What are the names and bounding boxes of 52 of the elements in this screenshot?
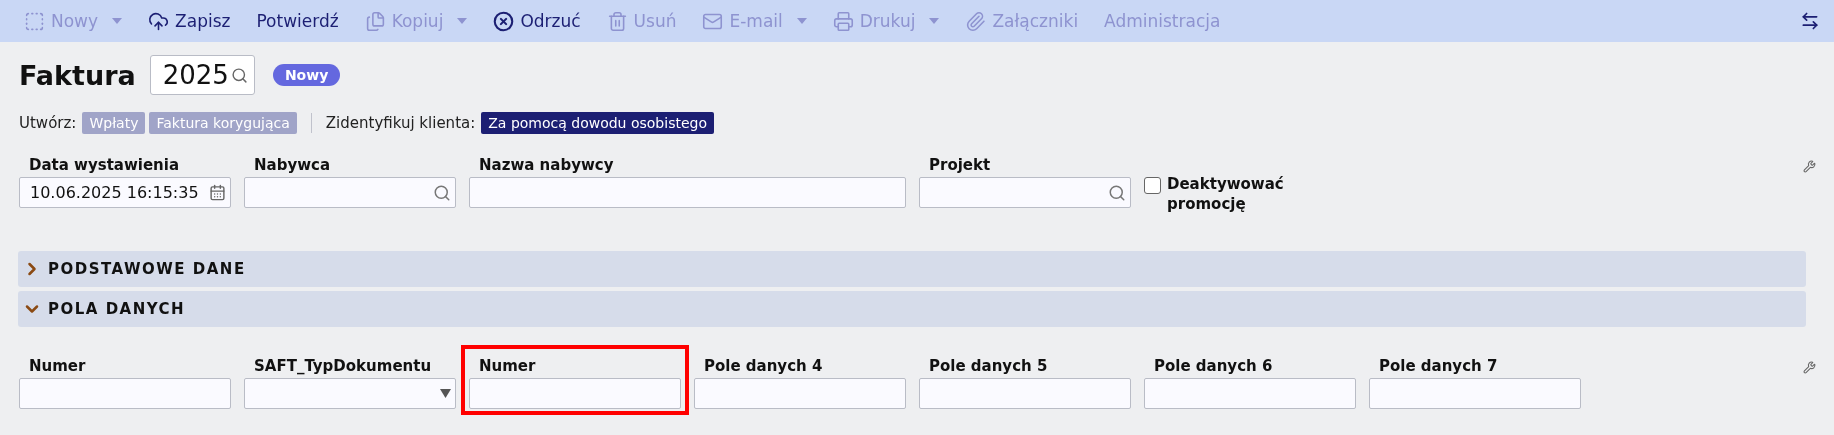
search-field[interactable] (244, 177, 456, 208)
field-label: Projekt (928, 156, 992, 174)
field-label: Pole danych 4 (703, 356, 824, 375)
input-field[interactable] (469, 177, 906, 208)
identify-label: Zidentyfikuj klienta: (325, 114, 476, 132)
field-label: Pole danych 7 (1378, 356, 1499, 375)
search-field[interactable] (919, 177, 1131, 208)
input-field[interactable] (1369, 377, 1581, 409)
create-label: Utwórz: (19, 114, 77, 132)
create-button[interactable]: Wpłaty (82, 112, 146, 134)
input-field[interactable] (694, 377, 906, 409)
swap-icon[interactable] (1800, 11, 1820, 31)
toolbar-button[interactable]: Potwierdź (254, 9, 341, 33)
toolbar-button[interactable]: Zapisz (146, 8, 233, 34)
search-icon[interactable] (1108, 183, 1126, 202)
field-label: Pole danych 5 (928, 356, 1049, 375)
create-button[interactable]: Faktura korygująca (149, 112, 297, 134)
section-header[interactable]: PODSTAWOWE DANE (18, 250, 1806, 287)
field-label: Pole danych 6 (1153, 356, 1274, 375)
trash-icon (606, 10, 628, 32)
number-field[interactable]: 2025 (149, 55, 255, 95)
field-label: Data wystawienia (28, 156, 181, 174)
cloud-upload-icon (148, 10, 170, 32)
search-icon[interactable] (230, 66, 248, 84)
documents-icon (364, 10, 386, 32)
input-field[interactable] (19, 377, 231, 409)
toolbar-button[interactable]: Odrzuć (491, 8, 583, 34)
field-label: Nazwa nabywcy (478, 156, 615, 174)
checkbox-label: Deaktywować promocję (1167, 174, 1285, 215)
field-label: SAFT_TypDokumentu (253, 356, 433, 375)
wrench-icon[interactable] (1803, 160, 1816, 173)
field-label: Numer (478, 356, 537, 375)
date-field[interactable]: 10.06.2025 16:15:35 (19, 177, 231, 208)
input-field[interactable] (469, 377, 681, 409)
calendar-icon[interactable] (209, 184, 226, 201)
identify-button[interactable]: Za pomocą dowodu osobistego (481, 112, 714, 134)
printer-icon (832, 10, 854, 32)
wrench-icon[interactable] (1803, 360, 1816, 374)
select-field[interactable] (244, 377, 456, 409)
checkbox[interactable] (1144, 177, 1161, 194)
dropdown-arrow-icon (440, 388, 451, 398)
search-icon[interactable] (433, 183, 451, 202)
paperclip-icon (965, 10, 987, 32)
circle-x-icon (493, 10, 515, 32)
status-badge: Nowy (272, 64, 341, 86)
page-title: Faktura (19, 59, 136, 91)
dashed-square-icon (24, 10, 45, 32)
field-label: Nabywca (253, 156, 332, 174)
input-field[interactable] (919, 377, 1131, 409)
section-header[interactable]: POLA DANYCH (18, 290, 1806, 327)
input-field[interactable] (1144, 377, 1356, 409)
field-label: Numer (28, 356, 87, 375)
